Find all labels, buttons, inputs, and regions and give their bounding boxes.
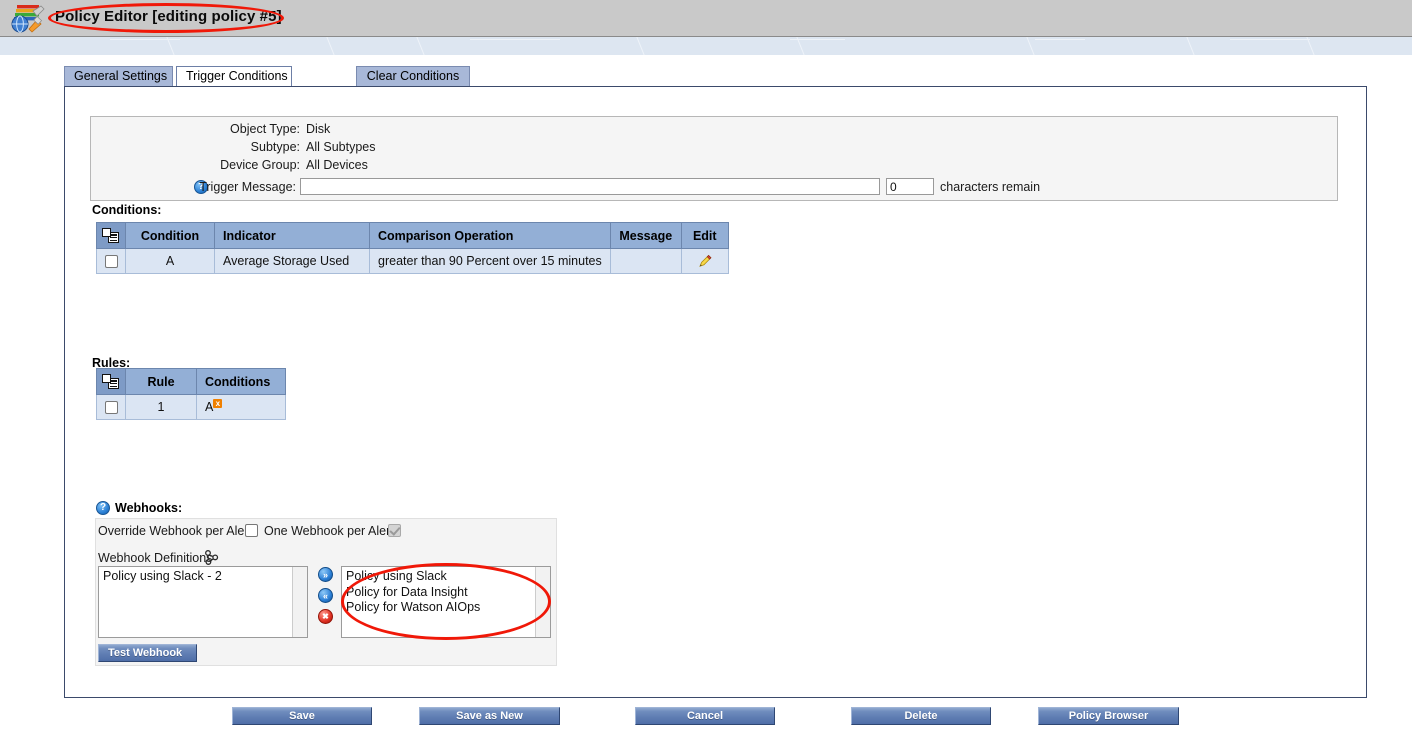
policy-browser-button[interactable]: Policy Browser — [1038, 707, 1179, 725]
conditions-col-message: Message — [609, 222, 682, 249]
conditions-row-message — [609, 248, 682, 274]
subtype-value: All Subtypes — [306, 140, 376, 154]
conditions-row-checkbox-cell[interactable] — [96, 248, 126, 274]
rules-select-all-header[interactable] — [96, 368, 126, 395]
conditions-col-condition: Condition — [125, 222, 215, 249]
test-webhook-button[interactable]: Test Webhook — [98, 644, 197, 662]
list-item[interactable]: Policy for Watson AIOps — [342, 600, 550, 616]
conditions-row-checkbox[interactable] — [104, 255, 118, 269]
save-button[interactable]: Save — [232, 707, 372, 725]
conditions-col-indicator: Indicator — [214, 222, 370, 249]
share-network-icon[interactable] — [203, 549, 220, 566]
webhooks-section-label: Webhooks: — [115, 501, 183, 515]
cancel-button[interactable]: Cancel — [635, 707, 775, 725]
conditions-col-comparison: Comparison Operation — [369, 222, 611, 249]
list-item[interactable]: Policy using Slack — [342, 569, 550, 585]
tab-trigger-conditions[interactable]: Trigger Conditions — [176, 66, 292, 86]
title-bar: Policy Editor [editing policy #5] — [0, 0, 1412, 37]
select-all-list-icon — [102, 374, 119, 390]
rules-row-rule: 1 — [125, 394, 197, 420]
rules-header-row: Rule Conditions — [96, 368, 286, 395]
object-type-label: Object Type: — [230, 122, 300, 136]
device-group-label: Device Group: — [220, 158, 300, 172]
override-webhook-label: Override Webhook per Alert: — [98, 524, 256, 538]
trigger-message-input[interactable] — [300, 178, 880, 195]
table-row[interactable]: 1 Ax — [96, 394, 286, 420]
conditions-row-condition: A — [125, 248, 215, 274]
remove-webhook-button[interactable]: « — [318, 588, 333, 603]
list-item[interactable]: Policy for Data Insight — [342, 585, 550, 601]
window-title: Policy Editor [editing policy #5] — [55, 8, 282, 25]
object-type-value: Disk — [306, 122, 331, 136]
tab-general-settings[interactable]: General Settings — [64, 66, 173, 86]
delete-button[interactable]: Delete — [851, 707, 991, 725]
table-row[interactable]: A Average Storage Used greater than 90 P… — [96, 248, 729, 274]
remove-condition-badge[interactable]: x — [213, 399, 223, 409]
subtype-label: Subtype: — [250, 140, 300, 154]
available-webhooks-listbox[interactable]: Policy using Slack Policy for Data Insig… — [341, 566, 551, 638]
selected-webhooks-listbox[interactable]: Policy using Slack - 2 — [98, 566, 308, 638]
conditions-table: Condition Indicator Comparison Operation… — [96, 222, 729, 274]
rules-row-conditions: A — [205, 400, 214, 415]
available-webhooks-scrollbar[interactable] — [535, 567, 550, 637]
trigger-message-label: Trigger Message: — [199, 180, 296, 194]
webhook-definitions-label: Webhook Definitions — [98, 551, 213, 565]
characters-remain-label: characters remain — [940, 180, 1041, 194]
rules-table: Rule Conditions 1 Ax — [96, 368, 286, 420]
one-webhook-per-alert-label: One Webhook per Alert: — [264, 524, 398, 538]
webhooks-help-icon[interactable]: ? — [96, 501, 110, 515]
delete-webhook-button[interactable]: ✖ — [318, 609, 333, 624]
banner-strip — [0, 37, 1412, 55]
characters-count-input[interactable] — [886, 178, 934, 195]
pencil-icon[interactable] — [697, 253, 713, 269]
conditions-col-edit: Edit — [680, 222, 729, 249]
conditions-row-comparison: greater than 90 Percent over 15 minutes — [369, 248, 611, 274]
conditions-row-indicator: Average Storage Used — [214, 248, 370, 274]
conditions-row-edit-cell[interactable] — [680, 248, 729, 274]
list-item[interactable]: Policy using Slack - 2 — [99, 569, 307, 585]
select-all-list-icon — [102, 228, 119, 244]
policy-editor-icon — [11, 5, 45, 33]
tab-clear-conditions[interactable]: Clear Conditions — [356, 66, 470, 86]
rules-row-checkbox[interactable] — [104, 401, 118, 415]
policy-editor-window: Policy Editor [editing policy #5] Genera… — [0, 0, 1412, 734]
conditions-select-all-header[interactable] — [96, 222, 126, 249]
rules-col-rule: Rule — [125, 368, 197, 395]
override-webhook-checkbox[interactable] — [245, 524, 258, 537]
selected-webhooks-scrollbar[interactable] — [292, 567, 307, 637]
save-as-new-button[interactable]: Save as New — [419, 707, 560, 725]
rules-row-checkbox-cell[interactable] — [96, 394, 126, 420]
add-webhook-button[interactable]: » — [318, 567, 333, 582]
device-group-value: All Devices — [306, 158, 368, 172]
one-webhook-per-alert-checkbox — [388, 524, 401, 537]
conditions-section-label: Conditions: — [92, 203, 162, 217]
rules-col-conditions: Conditions — [196, 368, 286, 395]
conditions-header-row: Condition Indicator Comparison Operation… — [96, 222, 729, 249]
rules-row-conditions-cell: Ax — [196, 394, 286, 420]
